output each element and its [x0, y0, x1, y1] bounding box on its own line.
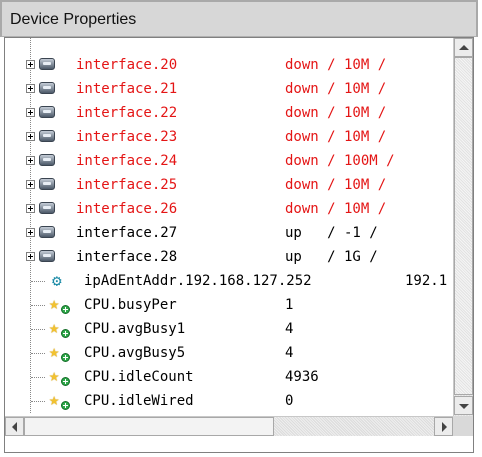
network-interface-icon: [39, 178, 55, 190]
tree-node-interface-28[interactable]: interface.28 up / 1G /: [5, 245, 453, 269]
tree-node-interface-24[interactable]: interface.24 down / 100M /: [5, 149, 453, 173]
tree-branch-line: [31, 305, 45, 306]
node-label: interface.28: [76, 249, 178, 265]
node-label: interface.24: [76, 153, 178, 169]
star-property-icon: ★: [49, 294, 60, 314]
node-value: down / 10M /: [285, 177, 387, 193]
node-value: 1: [285, 297, 294, 313]
panel-title: Device Properties: [10, 11, 137, 28]
node-value: up / -1 /: [285, 225, 378, 241]
node-label: CPU.avgBusy1: [84, 321, 186, 337]
tree-branch-line: [31, 401, 45, 402]
tree-node-interface-20[interactable]: interface.20 down / 10M /: [5, 53, 453, 77]
network-interface-icon: [39, 202, 55, 214]
node-label: ipAdEntAddr.192.168.127.252: [84, 273, 312, 289]
expand-plus-icon[interactable]: [26, 156, 35, 165]
node-value: 0: [285, 393, 294, 409]
tree-node-ip-address[interactable]: ⚙ ipAdEntAddr.192.168.127.252 192.1: [5, 269, 453, 293]
network-interface-icon: [39, 106, 55, 118]
network-interface-icon: [39, 250, 55, 262]
scroll-right-button[interactable]: [434, 417, 453, 436]
node-value: down / 10M /: [285, 81, 387, 97]
tree-node-interface-23[interactable]: interface.23 down / 10M /: [5, 125, 453, 149]
node-label: interface.26: [76, 201, 178, 217]
add-badge-icon: [61, 305, 70, 314]
tree-node-interface-25[interactable]: interface.25 down / 10M /: [5, 173, 453, 197]
node-value: down / 10M /: [285, 57, 387, 73]
node-label: interface.22: [76, 105, 178, 121]
add-badge-icon: [61, 329, 70, 338]
star-property-icon: ★: [49, 390, 60, 410]
triangle-down-icon: [459, 404, 469, 409]
add-badge-icon: [61, 353, 70, 362]
expand-plus-icon[interactable]: [26, 132, 35, 141]
expand-plus-icon[interactable]: [26, 228, 35, 237]
node-label: interface.23: [76, 129, 178, 145]
properties-tree[interactable]: interface.20 down / 10M / interface.21 d…: [5, 38, 453, 416]
node-value: 192.1: [405, 273, 448, 289]
tree-node-cpu-idlewired[interactable]: ★ CPU.idleWired 0: [5, 389, 453, 413]
gear-icon: ⚙: [52, 271, 62, 290]
scrollbar-corner: [453, 416, 473, 436]
triangle-up-icon: [459, 45, 469, 50]
expand-plus-icon[interactable]: [26, 84, 35, 93]
node-value: 4936: [285, 369, 319, 385]
node-value: down / 100M /: [285, 153, 395, 169]
expand-plus-icon[interactable]: [26, 108, 35, 117]
scroll-up-button[interactable]: [454, 38, 473, 57]
network-interface-icon: [39, 130, 55, 142]
panel-header: Device Properties: [0, 0, 478, 37]
scroll-down-button[interactable]: [454, 396, 473, 415]
vertical-scroll-thumb[interactable]: [454, 57, 473, 395]
node-label: interface.21: [76, 81, 178, 97]
tree-node-cpu-busyper[interactable]: ★ CPU.busyPer 1: [5, 293, 453, 317]
tree-node-interface-21[interactable]: interface.21 down / 10M /: [5, 77, 453, 101]
add-badge-icon: [61, 401, 70, 410]
node-value: down / 10M /: [285, 105, 387, 121]
node-value: 4: [285, 321, 294, 337]
network-interface-icon: [39, 226, 55, 238]
triangle-left-icon: [12, 422, 17, 432]
network-interface-icon: [39, 154, 55, 166]
node-label: CPU.idleCount: [84, 369, 194, 385]
horizontal-scrollbar[interactable]: [5, 416, 453, 436]
tree-node-interface-26[interactable]: interface.26 down / 10M /: [5, 197, 453, 221]
node-value: 4: [285, 345, 294, 361]
node-value: up / 1G /: [285, 249, 378, 265]
network-interface-icon: [39, 58, 55, 70]
star-property-icon: ★: [49, 366, 60, 386]
horizontal-scroll-thumb[interactable]: [24, 417, 274, 436]
scroll-left-button[interactable]: [5, 417, 24, 436]
node-label: CPU.idleWired: [84, 393, 194, 409]
network-interface-icon: [39, 82, 55, 94]
tree-branch-line: [31, 353, 45, 354]
node-label: interface.20: [76, 57, 178, 73]
tree-node-cpu-idlecount[interactable]: ★ CPU.idleCount 4936: [5, 365, 453, 389]
tree-node-interface-27[interactable]: interface.27 up / -1 /: [5, 221, 453, 245]
star-property-icon: ★: [49, 342, 60, 362]
tree-node-cpu-avgbusy5[interactable]: ★ CPU.avgBusy5 4: [5, 341, 453, 365]
expand-plus-icon[interactable]: [26, 204, 35, 213]
tree-branch-line: [31, 329, 45, 330]
add-badge-icon: [61, 377, 70, 386]
vertical-scrollbar[interactable]: [453, 38, 473, 416]
expand-plus-icon[interactable]: [26, 252, 35, 261]
tree-node-cpu-avgbusy1[interactable]: ★ CPU.avgBusy1 4: [5, 317, 453, 341]
node-label: CPU.busyPer: [84, 297, 177, 313]
node-label: CPU.avgBusy5: [84, 345, 186, 361]
tree-node-interface-22[interactable]: interface.22 down / 10M /: [5, 101, 453, 125]
node-value: down / 10M /: [285, 129, 387, 145]
expand-plus-icon[interactable]: [26, 180, 35, 189]
triangle-right-icon: [442, 422, 447, 432]
node-label: interface.27: [76, 225, 178, 241]
tree-branch-line: [31, 377, 45, 378]
tree-branch-line: [31, 281, 45, 282]
expand-plus-icon[interactable]: [26, 60, 35, 69]
properties-tree-frame: interface.20 down / 10M / interface.21 d…: [4, 37, 474, 453]
star-property-icon: ★: [49, 318, 60, 338]
node-label: interface.25: [76, 177, 178, 193]
node-value: down / 10M /: [285, 201, 387, 217]
